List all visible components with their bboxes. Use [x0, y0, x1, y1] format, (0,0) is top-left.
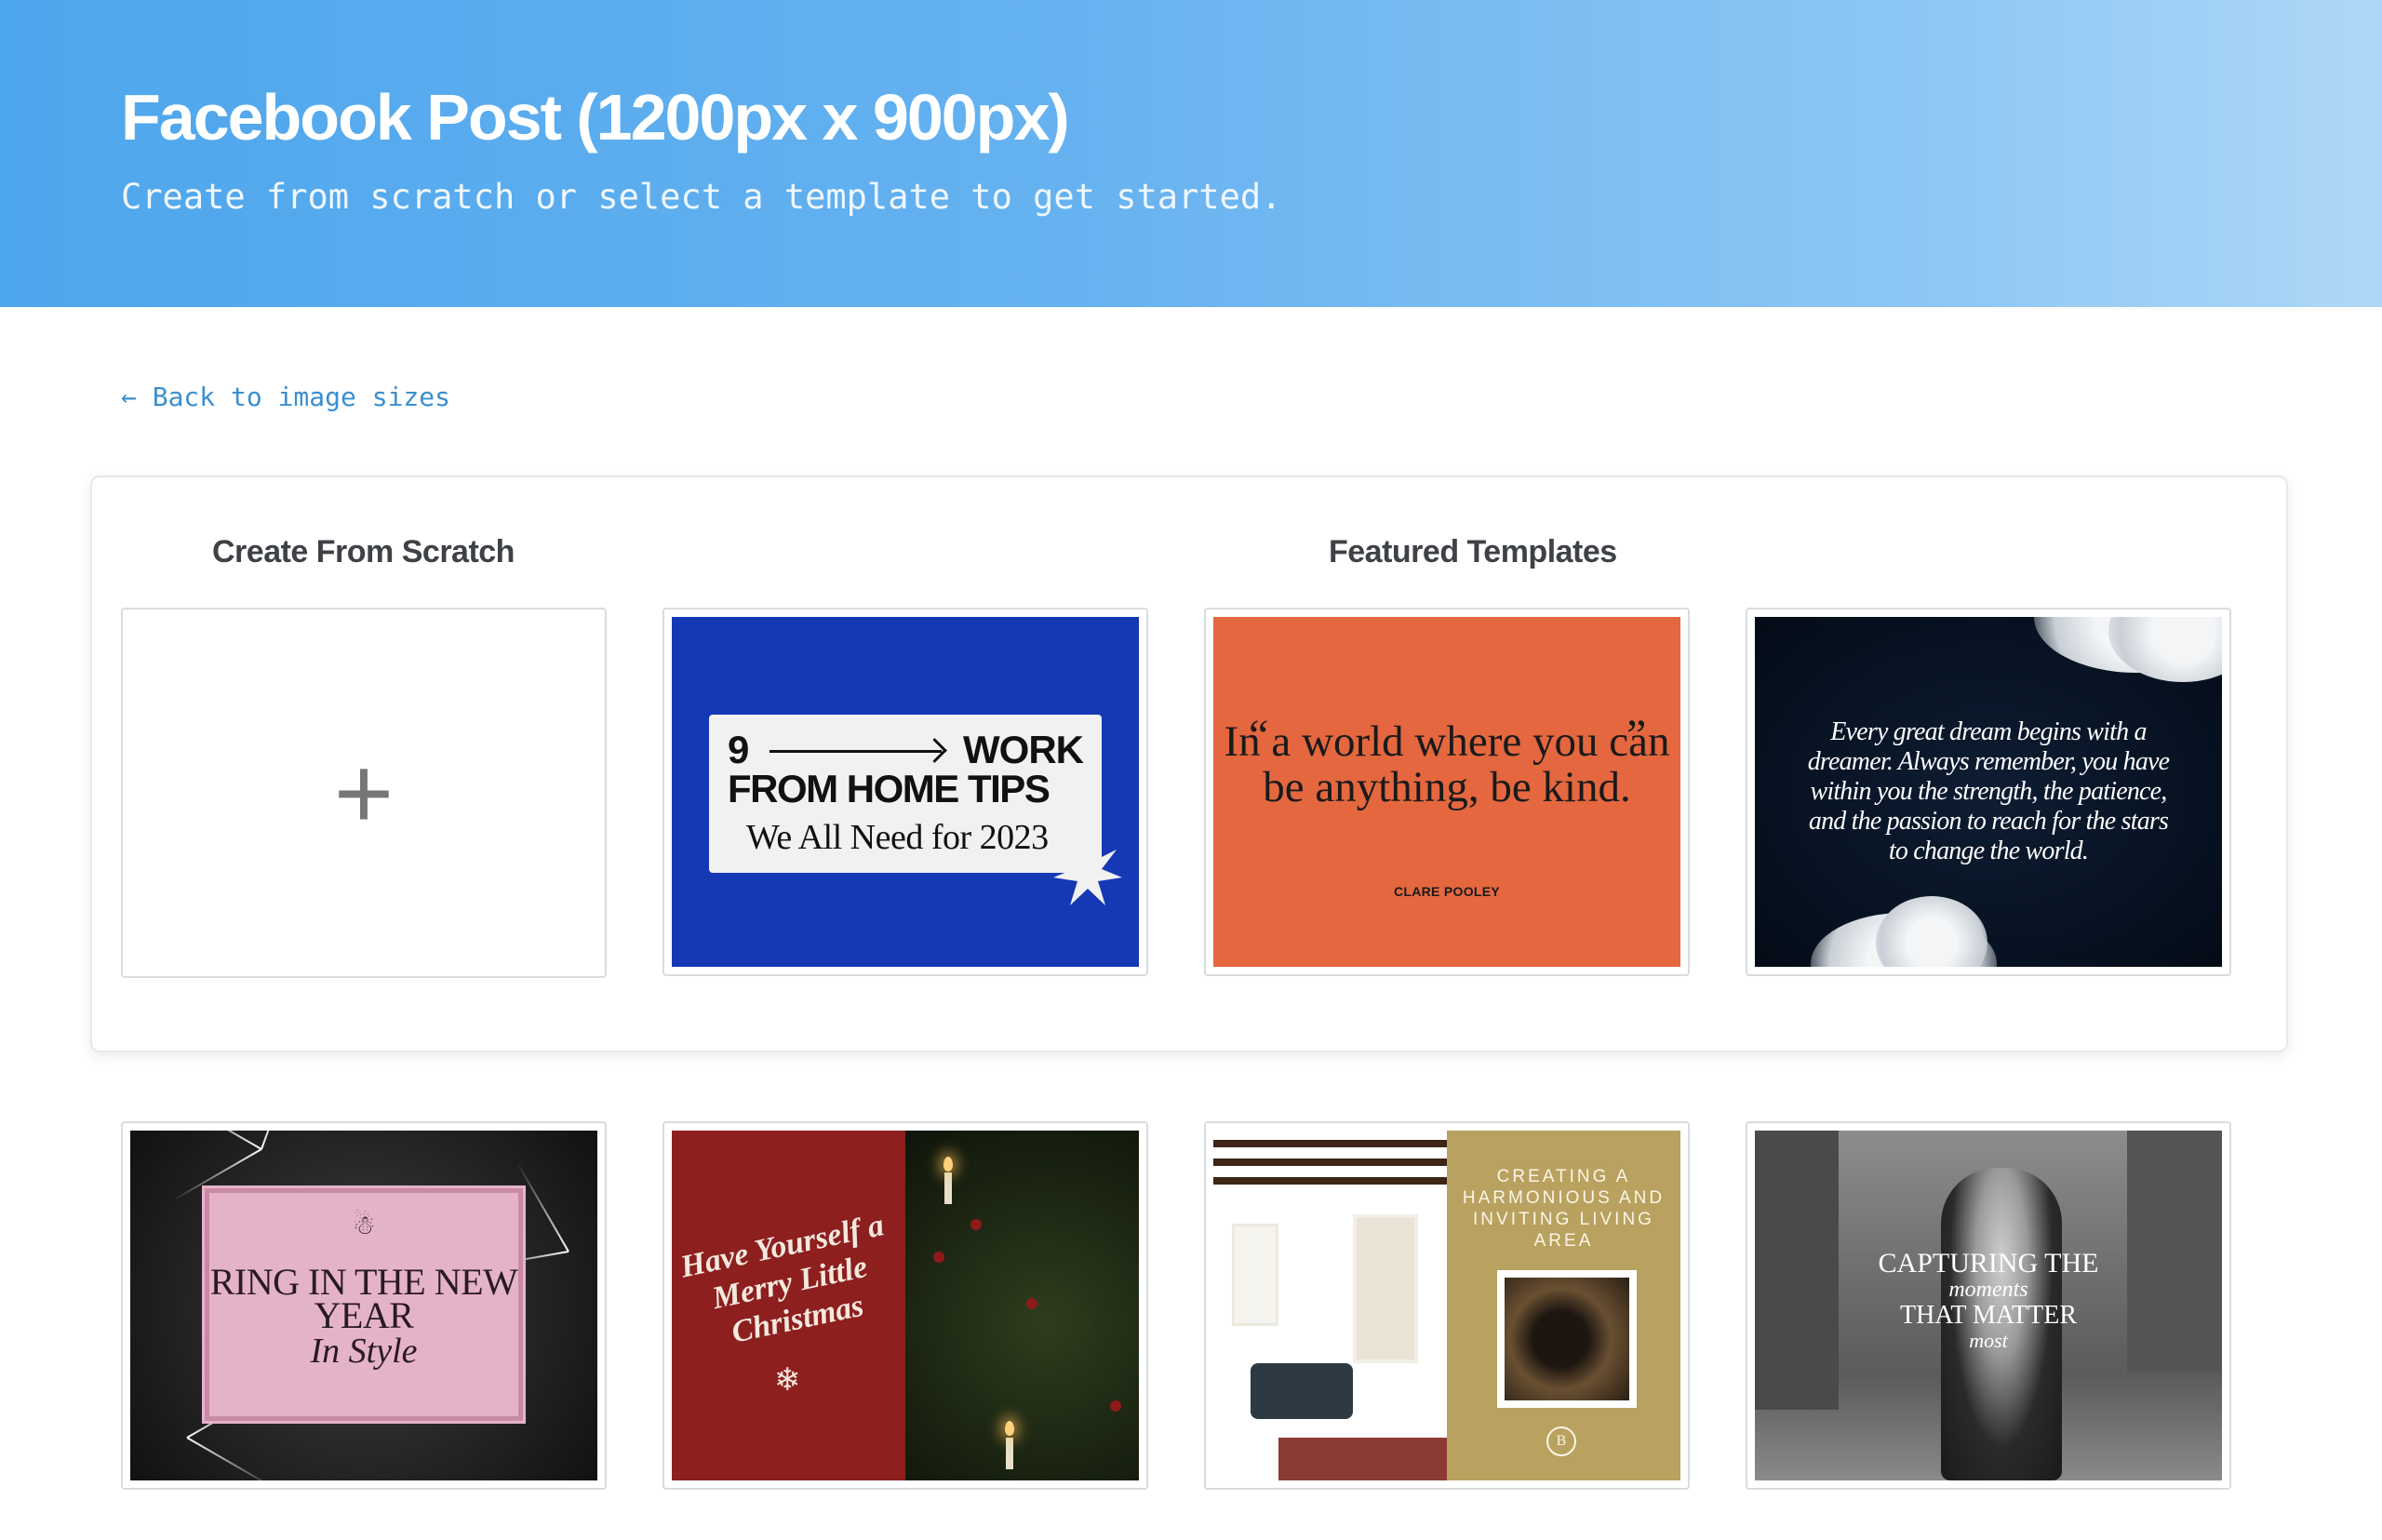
caption-line: most — [1969, 1329, 2008, 1352]
sparkler-decoration — [186, 1437, 276, 1480]
template-text: We All Need for 2023 — [746, 818, 1049, 857]
christmas-tree-photo — [905, 1131, 1139, 1480]
template-text: FROM HOME TIPS — [728, 767, 1050, 810]
template-thumbnail: Every great dream begins with a dreamer.… — [1755, 617, 2222, 967]
new-year-frame: ☃ RING IN THE NEW YEAR In Style — [202, 1185, 526, 1424]
template-thumbnail: CREATING A HARMONIOUS AND INVITING LIVIN… — [1213, 1131, 1680, 1480]
brand-badge: B — [1546, 1426, 1576, 1456]
ceiling-beam — [1213, 1177, 1447, 1185]
tips-box: 9 WORK FROM HOME TIPS We All Need for 20… — [709, 715, 1102, 873]
plus-icon: + — [333, 735, 395, 850]
red-panel: Have Yourself a Merry Little Christmas ❄ — [672, 1131, 905, 1480]
firework-icon: ☃ — [352, 1211, 376, 1239]
template-thumbnail: ☃ RING IN THE NEW YEAR In Style — [130, 1131, 597, 1480]
template-quote: In a world where you can be anything, be… — [1224, 717, 1670, 811]
starburst-icon — [1053, 838, 1122, 905]
sofa-decoration — [1251, 1363, 1353, 1419]
template-script: In Style — [310, 1332, 418, 1371]
ceiling-beam — [1213, 1158, 1447, 1166]
template-text: WORK — [963, 728, 1084, 771]
template-card-new-year[interactable]: ☃ RING IN THE NEW YEAR In Style — [121, 1121, 607, 1490]
flame-decoration — [943, 1157, 953, 1172]
inset-photo — [1497, 1270, 1637, 1408]
snowflake-icon: ❄ — [774, 1362, 801, 1398]
candle-decoration — [944, 1172, 952, 1204]
template-card-be-kind[interactable]: “ ” In a world where you can be anything… — [1204, 608, 1690, 976]
template-text: 9 — [728, 728, 749, 771]
ornament-decoration — [1026, 1298, 1037, 1309]
template-card-work-from-home[interactable]: 9 WORK FROM HOME TIPS We All Need for 20… — [662, 608, 1148, 976]
template-card-wedding-moments[interactable]: CAPTURING THE moments THAT MATTER most — [1746, 1121, 2231, 1490]
template-thumbnail: CAPTURING THE moments THAT MATTER most — [1755, 1131, 2222, 1480]
caption-line: THAT MATTER — [1899, 1301, 2078, 1330]
page-header: Facebook Post (1200px x 900px) Create fr… — [0, 0, 2382, 307]
template-title: RING IN THE NEW YEAR — [209, 1261, 518, 1336]
featured-templates-heading: Featured Templates — [1329, 534, 1617, 569]
sparkler-decoration — [172, 1131, 262, 1150]
template-quote: Every great dream begins with a dreamer.… — [1807, 717, 2170, 865]
caption-line: CAPTURING THE — [1878, 1248, 2099, 1279]
page-title: Facebook Post (1200px x 900px) — [121, 81, 1070, 154]
template-author: CLARE POOLEY — [1393, 884, 1501, 899]
template-thumbnail: Have Yourself a Merry Little Christmas ❄ — [672, 1131, 1139, 1480]
template-thumbnail: 9 WORK FROM HOME TIPS We All Need for 20… — [672, 617, 1139, 967]
rug-decoration — [1278, 1438, 1447, 1480]
back-to-image-sizes-link[interactable]: ← Back to image sizes — [121, 382, 450, 412]
arrow-right-icon — [769, 750, 942, 753]
window-decoration — [1232, 1224, 1278, 1326]
cloud-decoration — [1876, 896, 1987, 967]
template-caption: CAPTURING THE moments THAT MATTER most — [1755, 1250, 2222, 1352]
template-card-living-area[interactable]: CREATING A HARMONIOUS AND INVITING LIVIN… — [1204, 1121, 1690, 1490]
flame-decoration — [1005, 1421, 1014, 1436]
ceiling-beam — [1213, 1140, 1447, 1147]
door-decoration — [1353, 1214, 1418, 1363]
sparkler-decoration — [516, 1162, 569, 1252]
template-thumbnail: “ ” In a world where you can be anything… — [1213, 617, 1680, 967]
template-script: Have Yourself a Merry Little Christmas — [677, 1208, 888, 1350]
ornament-decoration — [1110, 1400, 1121, 1412]
create-from-scratch-heading: Create From Scratch — [212, 534, 515, 569]
ornament-decoration — [970, 1219, 982, 1230]
template-card-merry-christmas[interactable]: Have Yourself a Merry Little Christmas ❄ — [662, 1121, 1148, 1490]
create-from-scratch-card[interactable]: + — [121, 608, 607, 978]
template-card-great-dream[interactable]: Every great dream begins with a dreamer.… — [1746, 608, 2231, 976]
sparkler-decoration — [261, 1131, 298, 1150]
caption-line: moments — [1948, 1278, 2028, 1302]
ornament-decoration — [933, 1252, 944, 1263]
template-caption: CREATING A HARMONIOUS AND INVITING LIVIN… — [1462, 1167, 1666, 1251]
page-subtitle: Create from scratch or select a template… — [121, 177, 1282, 217]
candle-decoration — [1006, 1438, 1013, 1469]
